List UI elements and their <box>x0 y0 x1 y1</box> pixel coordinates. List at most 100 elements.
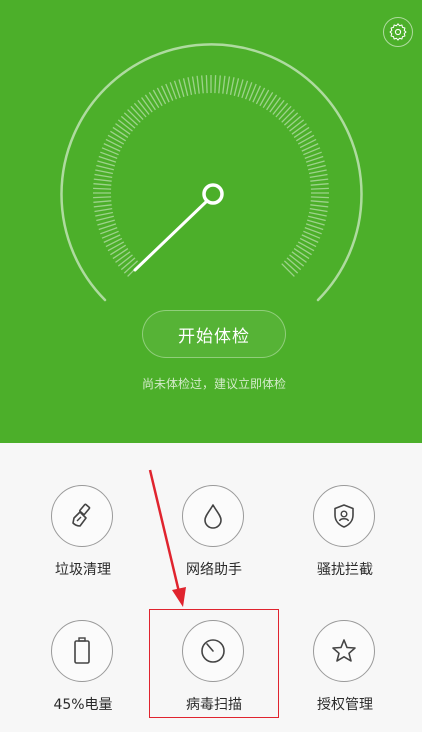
gauge-tick <box>310 204 329 208</box>
gauge-tick <box>178 79 185 97</box>
gauge-tick <box>120 115 136 129</box>
gauge-tick <box>133 102 147 118</box>
gauge-tick <box>110 130 127 142</box>
gauge-tick <box>127 109 141 123</box>
gauge-tick <box>191 76 197 95</box>
gauge-tick <box>259 89 270 107</box>
gauge-tick <box>286 257 302 271</box>
gauge-tick <box>94 207 113 213</box>
tool-label: 网络助手 <box>186 562 242 578</box>
gauge-tick <box>283 260 299 274</box>
gauge-tick <box>141 97 153 113</box>
gauge-tick <box>281 263 295 277</box>
tool-junk-cleanup[interactable]: 垃圾清理 <box>23 485 143 595</box>
gauge-tick <box>283 112 299 126</box>
gauge-tick <box>187 77 193 96</box>
gauge-tick <box>112 126 129 138</box>
gauge-tick <box>95 169 114 175</box>
gauge-tick <box>309 173 328 179</box>
gauge-tick <box>123 112 139 126</box>
gauge-tick <box>182 78 189 96</box>
tool-label: 授权管理 <box>317 697 373 713</box>
gauge-tick <box>310 200 329 203</box>
gauge-tick <box>112 248 129 260</box>
gauge-tick <box>269 97 281 113</box>
gauge-tick <box>297 134 315 145</box>
gauge-tick <box>137 99 150 115</box>
gauge-tick <box>93 183 112 186</box>
tool-network-assistant[interactable]: 网络助手 <box>154 485 274 595</box>
gauge-tick <box>308 211 327 217</box>
gauge-tick <box>196 75 200 94</box>
gauge-tick <box>310 178 329 182</box>
gauge-tick <box>307 219 325 226</box>
gauge-tick <box>205 75 208 94</box>
gauge-tick <box>229 77 235 96</box>
gauge-tick <box>275 102 289 118</box>
tool-harassment-block[interactable]: 骚扰拦截 <box>285 485 405 595</box>
gauge-tick <box>144 94 156 111</box>
gauge-tick <box>307 160 325 167</box>
gauge-tick <box>96 215 114 222</box>
gauge-tick <box>115 251 131 263</box>
gauge-tick <box>222 75 226 94</box>
gauge-tick <box>107 241 125 252</box>
gauge-tick <box>233 78 240 96</box>
tool-label: 骚扰拦截 <box>317 562 373 578</box>
tool-permission-management[interactable]: 授权管理 <box>285 620 405 730</box>
gauge-tick <box>266 94 278 111</box>
water-drop-icon <box>182 485 244 547</box>
gauge-tick <box>93 200 112 203</box>
gauge-tick <box>281 109 295 123</box>
gauge-tick <box>289 254 305 267</box>
gauge-tick <box>291 123 307 135</box>
gauge-tick <box>130 105 144 121</box>
gauge-tick <box>120 257 136 271</box>
broom-icon <box>51 485 113 547</box>
gauge-tick <box>93 187 112 190</box>
gauge-tick <box>117 119 133 132</box>
gauge-tick <box>218 75 221 94</box>
gauge-tick <box>110 244 127 256</box>
gauge-tick <box>309 207 328 213</box>
gauge-tick <box>295 130 312 142</box>
gauge-tick <box>201 75 204 94</box>
gauge-tick <box>148 92 160 109</box>
gauge-tick <box>93 196 112 199</box>
tool-battery[interactable]: 45%电量 <box>23 620 143 730</box>
tool-label: 垃圾清理 <box>55 562 111 578</box>
battery-icon <box>51 620 113 682</box>
settings-button[interactable] <box>383 17 413 47</box>
start-checkup-button[interactable]: 开始体检 <box>142 310 286 358</box>
gauge-tick <box>237 79 244 97</box>
gauge-tick <box>278 105 292 121</box>
gauge-tick <box>310 183 329 186</box>
highlight-box <box>149 609 279 718</box>
gauge-tick <box>117 254 133 267</box>
hero-panel: 开始体检 尚未体检过，建议立即体检 <box>0 0 422 443</box>
gauge-tick <box>107 134 125 145</box>
gauge-tick <box>225 76 231 95</box>
gauge-tick <box>94 173 113 179</box>
gauge-tick <box>286 115 302 129</box>
gauge-tick <box>95 211 114 217</box>
gauge-tick <box>310 196 329 199</box>
gauge-tick <box>97 219 115 226</box>
gauge-tick <box>115 123 131 135</box>
gauge-tick <box>262 92 274 109</box>
gauge-tick <box>214 75 217 94</box>
gauge-tick <box>310 187 329 190</box>
gauge-tick <box>272 99 285 115</box>
gauge-tick <box>308 215 326 222</box>
gauge-tick <box>293 126 310 138</box>
gauge-tick <box>97 160 115 167</box>
gauge-tick <box>152 89 163 107</box>
gauge-tick <box>293 248 310 260</box>
gauge-tick <box>93 204 112 208</box>
gear-icon <box>389 23 407 41</box>
gauge-tick <box>96 164 114 171</box>
gauge-tick <box>308 169 327 175</box>
star-icon <box>313 620 375 682</box>
gauge-tick <box>297 241 315 252</box>
gauge-tick <box>291 251 307 263</box>
